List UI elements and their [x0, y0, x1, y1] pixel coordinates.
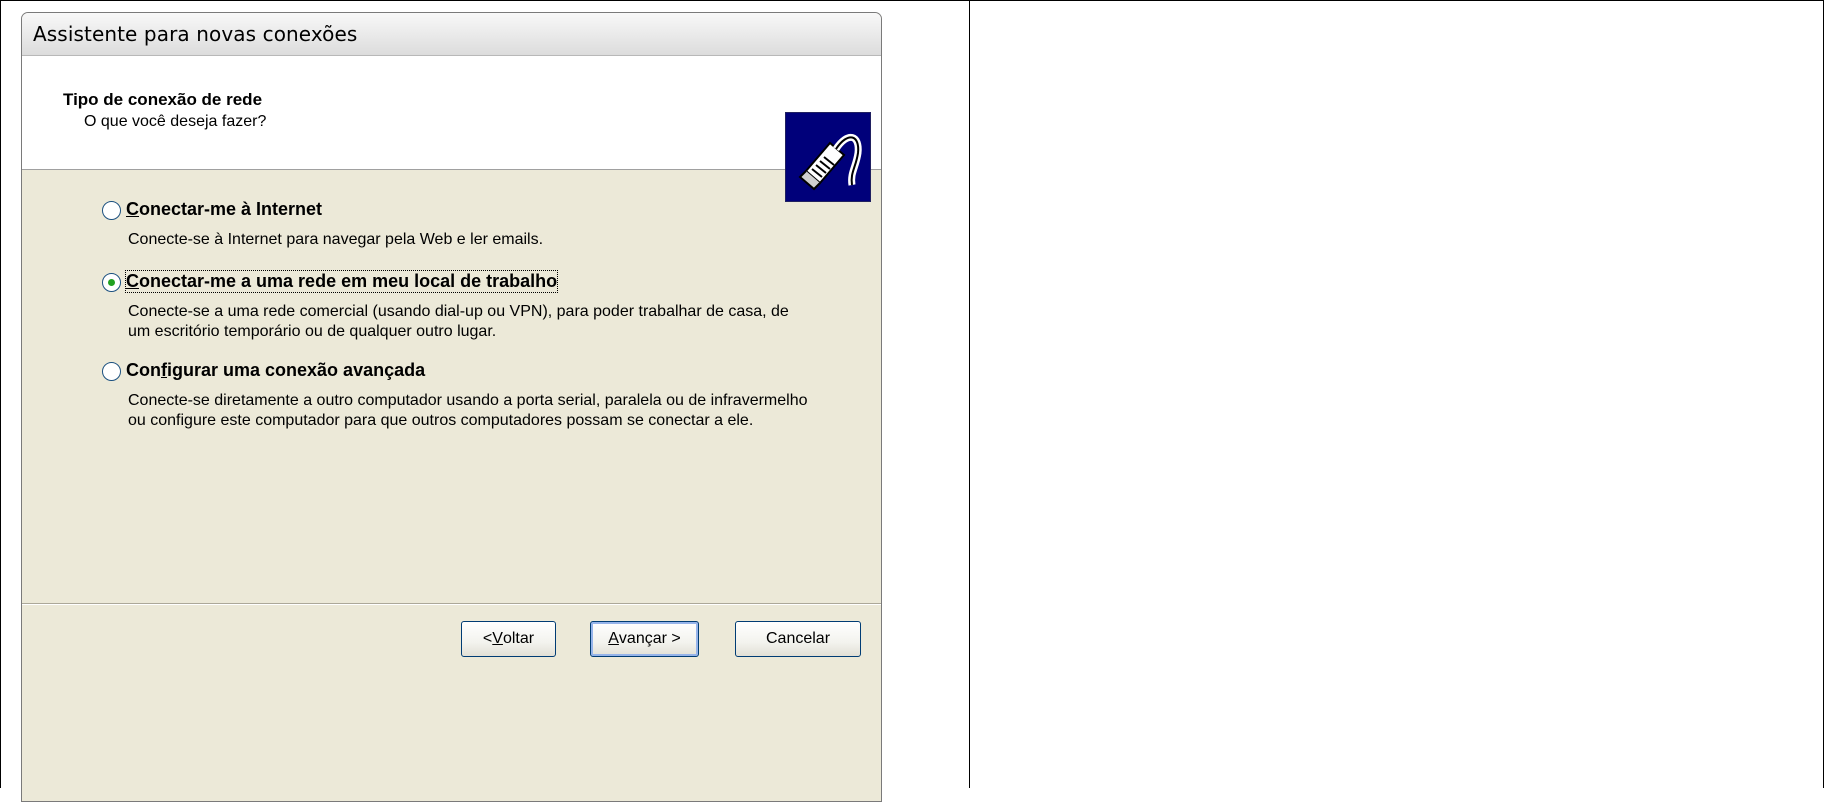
- back-button-accesskey: V: [492, 630, 503, 647]
- option-internet-label[interactable]: Conectar-me à Internet: [126, 199, 322, 220]
- cancel-button-label: Cancelar: [765, 630, 831, 647]
- option-advanced-label-start: Con: [126, 360, 161, 380]
- new-connection-wizard-window: Assistente para novas conexões Tipo de c…: [21, 12, 882, 802]
- radio-advanced[interactable]: [102, 362, 121, 381]
- table-border-left: [0, 0, 1, 788]
- option-workplace-accesskey: C: [126, 271, 139, 291]
- option-advanced-description: Conecte-se diretamente a outro computado…: [128, 392, 808, 429]
- table-border-right: [1823, 0, 1824, 788]
- footer-divider: [22, 603, 881, 605]
- next-button[interactable]: Avançar >: [590, 621, 699, 657]
- option-internet-description: Conecte-se à Internet para navegar pela …: [128, 231, 544, 248]
- window-title: Assistente para novas conexões: [33, 22, 358, 46]
- page-subtitle: O que você deseja fazer?: [84, 113, 267, 130]
- option-internet-accesskey: C: [126, 199, 139, 219]
- option-internet-label-text: onectar-me à Internet: [139, 199, 323, 219]
- table-border-top: [0, 0, 1824, 1]
- option-advanced-label[interactable]: Configurar uma conexão avançada: [126, 360, 425, 381]
- page-title: Tipo de conexão de rede: [63, 90, 263, 109]
- title-bar[interactable]: Assistente para novas conexões: [22, 13, 881, 56]
- table-border-middle: [969, 0, 970, 788]
- next-button-accesskey: A: [608, 630, 619, 647]
- option-workplace-label[interactable]: Conectar-me a uma rede em meu local de t…: [124, 270, 559, 293]
- radio-selected-dot: [108, 279, 115, 286]
- options-area: Conectar-me à Internet Conecte-se à Inte…: [22, 170, 881, 603]
- radio-internet[interactable]: [102, 201, 121, 220]
- cancel-button[interactable]: Cancelar: [735, 621, 861, 657]
- option-workplace-label-text: onectar-me a uma rede em meu local de tr…: [139, 271, 558, 291]
- option-advanced-label-text: igurar uma conexão avançada: [167, 360, 426, 380]
- back-button[interactable]: < Voltar: [461, 621, 556, 657]
- next-button-label: vançar >: [618, 630, 681, 647]
- wizard-header: Tipo de conexão de rede O que você desej…: [22, 56, 881, 202]
- option-workplace-description: Conecte-se a uma rede comercial (usando …: [128, 303, 789, 340]
- back-button-prefix: <: [482, 630, 493, 647]
- radio-workplace[interactable]: [102, 273, 121, 292]
- back-button-label: oltar: [502, 630, 535, 647]
